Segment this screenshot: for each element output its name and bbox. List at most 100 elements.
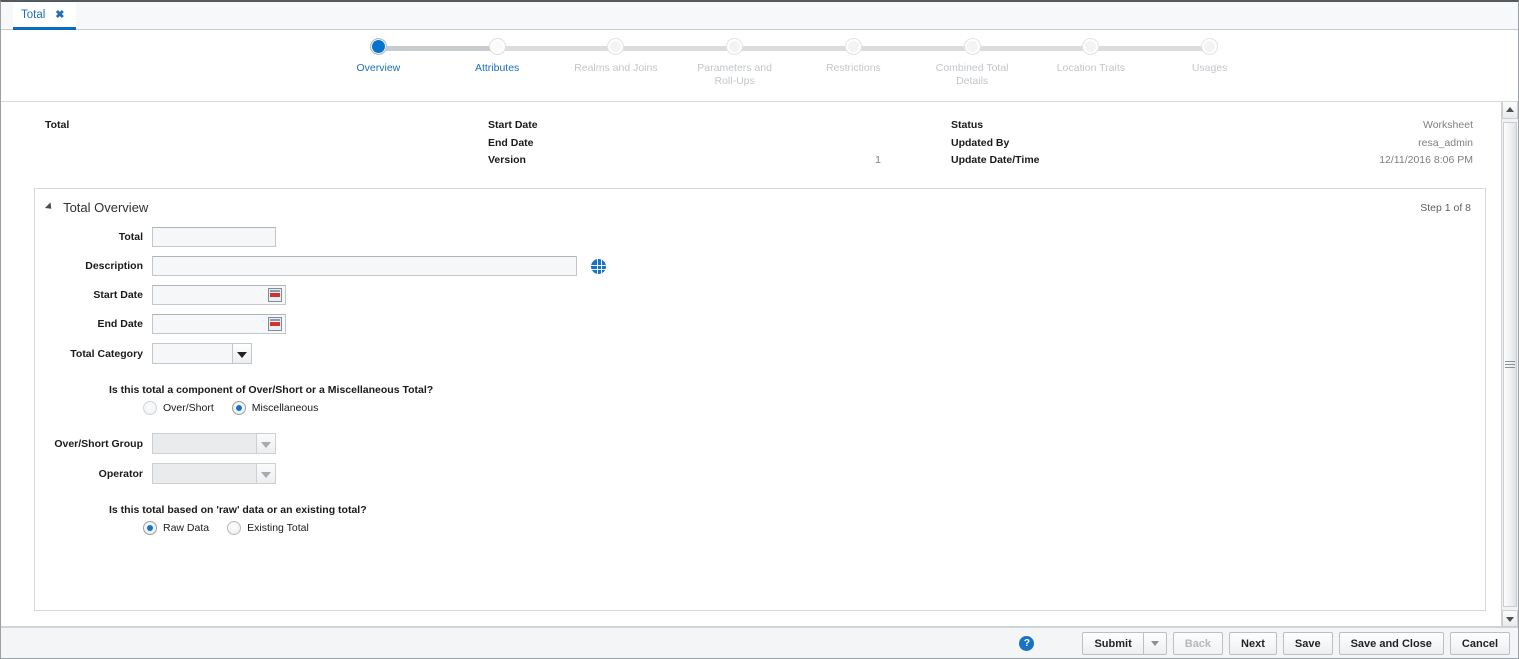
application-window: Total ✖ Overview Attributes Realms and J…	[0, 0, 1519, 659]
total-category-select[interactable]	[152, 343, 252, 364]
operator-label: Operator	[98, 467, 143, 480]
end-date-input[interactable]	[152, 314, 286, 334]
scroll-down-icon[interactable]	[1502, 610, 1518, 627]
form-row-total-category: Total Category	[35, 343, 1485, 364]
tab-strip: Total ✖	[1, 2, 1518, 30]
train-node-icon	[488, 38, 506, 55]
submit-split-button: Submit	[1082, 632, 1167, 655]
radio-raw-data-label: Raw Data	[163, 522, 210, 534]
start-date-label: Start Date	[93, 289, 143, 301]
globe-icon[interactable]	[591, 258, 606, 274]
train-step-label: Usages	[1191, 62, 1228, 74]
train-step-location-traits[interactable]: Location Traits	[1032, 38, 1210, 88]
footer-toolbar: ? Submit Back Next Save Save and Close C…	[1, 627, 1518, 658]
summary-start-date-label: Start Date	[488, 119, 538, 131]
radio-existing-total-label: Existing Total	[247, 522, 309, 534]
operator-value	[153, 464, 256, 483]
train-step-label: Overview	[356, 62, 401, 74]
form-row-total: Total	[35, 227, 1485, 247]
over-short-group-label: Over/Short Group	[54, 437, 143, 450]
summary-status-value: Worksheet	[1423, 119, 1473, 131]
cancel-button[interactable]: Cancel	[1449, 632, 1510, 655]
description-label: Description	[85, 260, 143, 272]
scrollbar-thumb[interactable]	[1503, 122, 1517, 607]
operator-select[interactable]	[152, 463, 276, 484]
train-step-label: Parameters and Roll-Ups	[697, 62, 772, 87]
scrollbar-grip-icon	[1505, 360, 1515, 369]
save-and-close-button[interactable]: Save and Close	[1338, 632, 1444, 655]
radio-over-short[interactable]	[143, 401, 157, 415]
save-button[interactable]: Save	[1282, 632, 1333, 655]
train-step-restrictions[interactable]: Restrictions	[794, 38, 973, 88]
total-label: Total	[118, 231, 143, 243]
step-counter: Step 1 of 8	[1420, 202, 1471, 214]
submit-button[interactable]: Submit	[1082, 632, 1144, 655]
train-step-realms-and-joins[interactable]: Realms and Joins	[557, 38, 735, 88]
summary-column-status-values: Worksheet resa_admin 12/11/2016 8:06 PM	[1201, 117, 1473, 170]
summary-end-date-label: End Date	[488, 136, 534, 149]
train-step-label: Restrictions	[825, 62, 881, 74]
radio-over-short-label: Over/Short	[163, 402, 214, 414]
content-area: Total Start Date End Date Version 1 Stat…	[1, 102, 1518, 627]
radio-raw-data[interactable]	[143, 521, 157, 535]
start-date-input[interactable]	[152, 285, 286, 305]
train-node-icon	[607, 38, 625, 55]
collapse-triangle-icon[interactable]	[44, 201, 55, 212]
train-step-label: Location Traits	[1056, 62, 1126, 74]
radio-existing-total[interactable]	[227, 521, 242, 535]
summary-updated-by-value: resa_admin	[1418, 136, 1473, 149]
form-row-over-short-group: Over/Short Group	[35, 433, 1485, 454]
train-step-label: Combined Total Details	[935, 62, 1009, 87]
description-input[interactable]	[152, 256, 577, 276]
back-button[interactable]: Back	[1172, 632, 1224, 655]
close-icon[interactable]: ✖	[55, 9, 64, 21]
summary-version-label: Version	[488, 154, 526, 166]
train-step-usages[interactable]: Usages	[1150, 38, 1269, 88]
chevron-down-icon[interactable]	[256, 464, 275, 483]
summary-column-dates: Start Date End Date Version	[488, 117, 538, 170]
summary-column-status: Status Updated By Update Date/Time	[951, 117, 1040, 170]
train-node-icon	[1082, 38, 1100, 55]
summary-version-value: 1	[875, 154, 881, 166]
train-node-icon	[726, 38, 744, 55]
train-step-parameters-and-rollups[interactable]: Parameters and Roll-Ups	[675, 38, 854, 88]
summary-title: Total	[45, 119, 70, 131]
train-step-attributes[interactable]: Attributes	[438, 38, 616, 88]
panel-header: Total Overview Step 1 of 8	[35, 189, 1485, 223]
start-date-field-wrapper	[152, 285, 286, 305]
panel-title: Total Overview	[63, 200, 149, 215]
question-raw-data-label: Is this total based on 'raw' data or an …	[109, 504, 367, 516]
question-raw-data-radiogroup: Raw Data Existing Total	[143, 521, 1485, 535]
chevron-down-icon[interactable]	[232, 344, 251, 363]
train-node-icon	[963, 38, 981, 55]
train-node-icon	[369, 38, 387, 55]
summary-column-dates-values: 1	[791, 117, 881, 170]
scroll-up-icon[interactable]	[1502, 102, 1518, 119]
calendar-icon[interactable]	[268, 288, 282, 302]
record-summary-header: Total Start Date End Date Version 1 Stat…	[1, 102, 1518, 166]
help-icon[interactable]: ?	[1019, 636, 1035, 651]
summary-status-label: Status	[951, 119, 984, 131]
next-button[interactable]: Next	[1229, 632, 1277, 655]
calendar-icon[interactable]	[268, 317, 282, 331]
tab-total[interactable]: Total ✖	[13, 3, 76, 30]
total-input[interactable]	[152, 227, 276, 247]
summary-title-column: Total	[45, 117, 69, 135]
over-short-group-select[interactable]	[152, 433, 276, 454]
total-category-label: Total Category	[70, 347, 143, 360]
end-date-field-wrapper	[152, 314, 286, 334]
submit-dropdown-icon[interactable]	[1143, 632, 1167, 655]
radio-miscellaneous-label: Miscellaneous	[251, 402, 319, 414]
summary-end-date-value	[791, 135, 881, 153]
train-step-combined-total-details[interactable]: Combined Total Details	[913, 38, 1091, 88]
train-step-overview[interactable]: Overview	[319, 38, 498, 88]
train-step-label: Realms and Joins	[574, 62, 658, 74]
train-node-icon	[844, 38, 862, 55]
overview-form: Total Description Start Date End Date To…	[35, 223, 1485, 535]
form-row-operator: Operator	[35, 463, 1485, 484]
radio-miscellaneous[interactable]	[231, 401, 246, 415]
vertical-scrollbar[interactable]	[1501, 102, 1518, 627]
chevron-down-icon[interactable]	[256, 434, 275, 453]
summary-update-datetime-value: 12/11/2016 8:06 PM	[1379, 154, 1473, 166]
total-overview-panel: Total Overview Step 1 of 8 Total Descrip…	[34, 188, 1486, 611]
